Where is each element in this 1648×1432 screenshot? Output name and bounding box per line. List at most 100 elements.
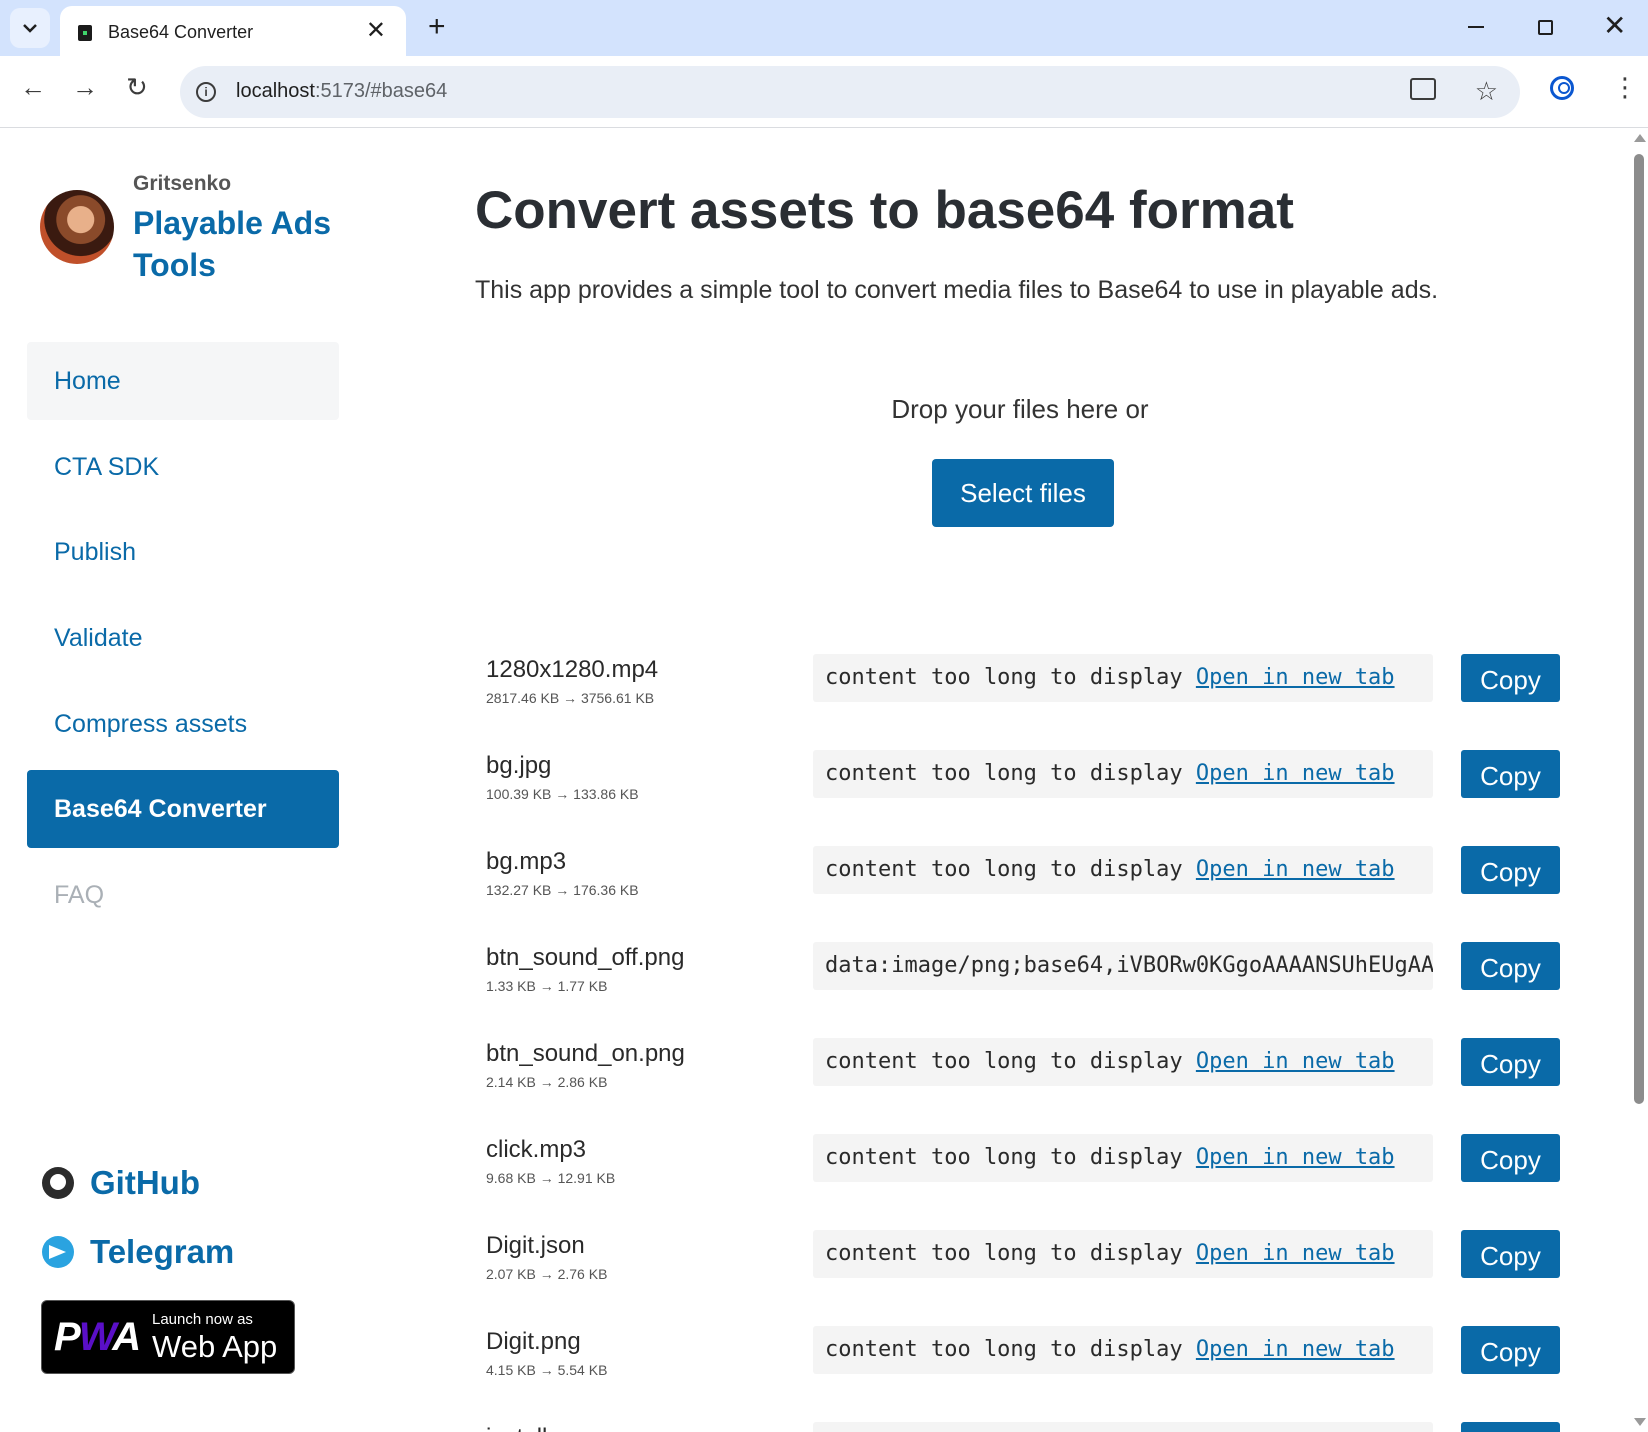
- file-row: btn_sound_on.png 2.14 KB → 2.86 KB content…: [486, 1030, 1586, 1100]
- page-content: Gritsenko Playable Ads Tools Home CTA SD…: [0, 128, 1630, 1432]
- file-row: click.mp3 9.68 KB → 12.91 KB content too l…: [486, 1126, 1586, 1196]
- base64-output[interactable]: content too long to display Open in new …: [813, 846, 1433, 894]
- url-text[interactable]: localhost:5173/#base64: [236, 80, 447, 103]
- base64-output[interactable]: content too long to display Open in new …: [813, 1326, 1433, 1374]
- close-tab-icon[interactable]: ✕: [366, 16, 386, 45]
- sidebar-item-compress-assets[interactable]: Compress assets: [27, 685, 339, 763]
- sidebar-item-validate[interactable]: Validate: [27, 599, 339, 677]
- scroll-down-icon[interactable]: [1634, 1418, 1646, 1426]
- favicon-icon: [78, 25, 92, 41]
- too-long-text: content too long to display: [825, 857, 1183, 882]
- forward-icon[interactable]: →: [72, 72, 98, 102]
- open-in-new-tab-link[interactable]: Open in new tab: [1196, 857, 1395, 882]
- avatar: [40, 190, 114, 264]
- file-row: 1280x1280.mp4 2817.46 KB → 3756.61 KB cont…: [486, 646, 1586, 716]
- page-scrollbar[interactable]: [1630, 128, 1648, 1432]
- copy-button[interactable]: Copy: [1461, 1326, 1560, 1374]
- select-files-button[interactable]: Select files: [932, 459, 1114, 527]
- open-in-new-tab-link[interactable]: Open in new tab: [1196, 1337, 1395, 1362]
- close-window-icon[interactable]: ✕: [1603, 9, 1626, 42]
- telegram-label: Telegram: [90, 1233, 235, 1270]
- file-name: Digit.png: [486, 1328, 581, 1355]
- file-name: bg.jpg: [486, 752, 552, 779]
- copy-button[interactable]: Copy: [1461, 1134, 1560, 1182]
- github-icon: [42, 1167, 74, 1199]
- open-in-new-tab-link[interactable]: Open in new tab: [1196, 1145, 1395, 1170]
- site-info-icon[interactable]: i: [196, 82, 216, 102]
- base64-output[interactable]: content too long to display Open in new …: [813, 654, 1433, 702]
- file-size: 2.14 KB → 2.86 KB: [486, 1074, 608, 1090]
- file-row: install content too long to display Open …: [486, 1414, 1586, 1432]
- open-in-new-tab-link[interactable]: Open in new tab: [1196, 761, 1395, 786]
- address-bar[interactable]: i localhost:5173/#base64 ☆: [180, 66, 1520, 118]
- file-size: 100.39 KB → 133.86 KB: [486, 786, 639, 802]
- new-tab-icon[interactable]: +: [428, 10, 446, 44]
- sidebar-item-home[interactable]: Home: [27, 342, 339, 420]
- too-long-text: content too long to display: [825, 665, 1183, 690]
- sidebar-item-base64-converter[interactable]: Base64 Converter: [27, 770, 339, 848]
- file-name: 1280x1280.mp4: [486, 656, 659, 683]
- file-size: 2817.46 KB → 3756.61 KB: [486, 690, 655, 706]
- copy-button[interactable]: Copy: [1461, 750, 1560, 798]
- bookmark-star-icon[interactable]: ☆: [1475, 76, 1498, 107]
- browser-tab[interactable]: Base64 Converter ✕: [60, 6, 406, 56]
- page-description: This app provides a simple tool to conve…: [475, 276, 1439, 304]
- minimize-icon[interactable]: [1468, 26, 1484, 28]
- pwa-logo-icon: PWA: [54, 1315, 141, 1359]
- file-name: btn_sound_off.png: [486, 944, 685, 971]
- base64-output[interactable]: content too long to display Open in new …: [813, 1230, 1433, 1278]
- base64-output[interactable]: data:image/png;base64,iVBORw0KGgoAAAANSU…: [813, 942, 1433, 990]
- telegram-link[interactable]: Telegram: [42, 1233, 234, 1271]
- more-menu-icon[interactable]: ⋮: [1612, 72, 1638, 102]
- scrollbar-thumb[interactable]: [1634, 154, 1644, 1104]
- sidebar-item-cta-sdk[interactable]: CTA SDK: [27, 428, 339, 506]
- file-row: btn_sound_off.png 1.33 KB → 1.77 KB data:i…: [486, 934, 1586, 1004]
- copy-button[interactable]: Copy: [1461, 1230, 1560, 1278]
- file-name: btn_sound_on.png: [486, 1040, 685, 1067]
- drop-zone-text: Drop your files here or: [891, 394, 1149, 424]
- copy-button[interactable]: Copy: [1461, 846, 1560, 894]
- back-icon[interactable]: ←: [20, 72, 46, 102]
- github-label: GitHub: [90, 1164, 200, 1201]
- sidebar-item-publish[interactable]: Publish: [27, 513, 339, 591]
- tab-search-button[interactable]: [10, 8, 50, 48]
- scroll-up-icon[interactable]: [1634, 134, 1646, 142]
- open-in-new-tab-link[interactable]: Open in new tab: [1196, 1049, 1395, 1074]
- too-long-text: content too long to display: [825, 1049, 1183, 1074]
- file-name: bg.mp3: [486, 848, 567, 875]
- brand-subtitle: Gritsenko: [133, 172, 232, 195]
- brand-title[interactable]: Playable Ads Tools: [133, 202, 353, 286]
- too-long-text: content too long to display: [825, 1145, 1183, 1170]
- sidebar-item-faq[interactable]: FAQ: [27, 856, 339, 934]
- copy-button[interactable]: Copy: [1461, 654, 1560, 702]
- file-size: 2.07 KB → 2.76 KB: [486, 1266, 608, 1282]
- copy-button[interactable]: Copy: [1461, 942, 1560, 990]
- base64-output[interactable]: content too long to display Open in new …: [813, 1422, 1433, 1432]
- pwa-small-text: Launch now as: [152, 1311, 253, 1328]
- tab-title: Base64 Converter: [108, 22, 254, 42]
- copy-button[interactable]: Copy: [1461, 1038, 1560, 1086]
- reload-icon[interactable]: ↻: [126, 72, 148, 102]
- file-row: bg.mp3 132.27 KB → 176.36 KB content too l…: [486, 838, 1586, 908]
- browser-tab-strip: Base64 Converter ✕ + ✕: [0, 0, 1648, 56]
- open-in-new-tab-link[interactable]: Open in new tab: [1196, 1241, 1395, 1266]
- chevron-down-icon: [23, 24, 37, 33]
- pwa-big-text: Web App: [152, 1329, 278, 1364]
- copy-button[interactable]: Copy: [1461, 1422, 1560, 1432]
- base64-output[interactable]: content too long to display Open in new …: [813, 1134, 1433, 1182]
- base64-output[interactable]: content too long to display Open in new …: [813, 1038, 1433, 1086]
- pwa-launch-badge[interactable]: PWA Launch now as Web App: [41, 1300, 295, 1374]
- open-in-new-tab-link[interactable]: Open in new tab: [1196, 665, 1395, 690]
- file-row: bg.jpg 100.39 KB → 133.86 KB content too l…: [486, 742, 1586, 812]
- install-app-icon[interactable]: [1410, 78, 1436, 100]
- file-name: install: [486, 1424, 547, 1432]
- profile-icon[interactable]: [1550, 76, 1574, 100]
- browser-toolbar: ← → ↻ i localhost:5173/#base64 ☆ ⋮: [0, 56, 1648, 128]
- github-link[interactable]: GitHub: [42, 1164, 200, 1202]
- file-row: Digit.png 4.15 KB → 5.54 KB content too lo…: [486, 1318, 1586, 1388]
- telegram-icon: [42, 1236, 74, 1268]
- maximize-icon[interactable]: [1538, 20, 1553, 35]
- base64-output[interactable]: content too long to display Open in new …: [813, 750, 1433, 798]
- file-row: Digit.json 2.07 KB → 2.76 KB content too l…: [486, 1222, 1586, 1292]
- base64-data[interactable]: data:image/png;base64,iVBORw0KGgoAAAANSU…: [825, 953, 1433, 978]
